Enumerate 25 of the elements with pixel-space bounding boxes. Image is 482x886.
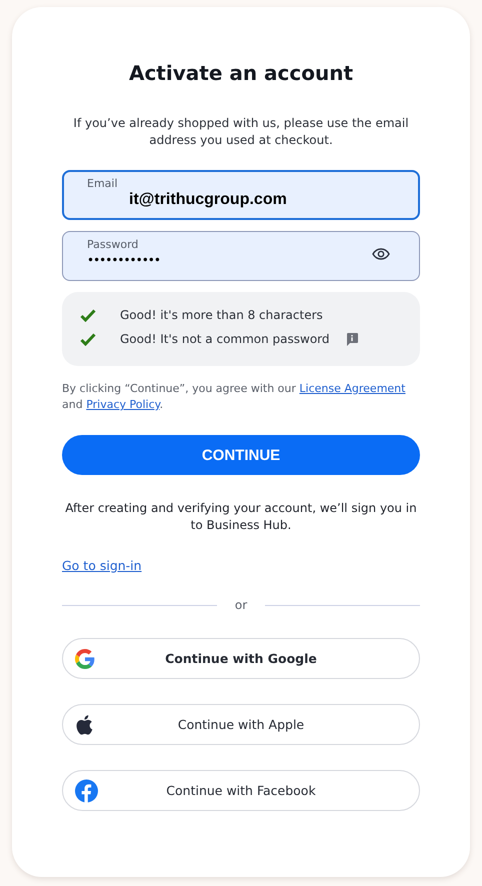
info-text: After creating and verifying your account, we’ll sign you in to Business Hub. bbox=[64, 500, 418, 534]
field-label: Password bbox=[87, 238, 140, 251]
divider-text: or bbox=[234, 598, 248, 612]
field-value: it@trithucgroup.com bbox=[128, 191, 287, 209]
page-title: Activate an account bbox=[128, 61, 354, 85]
info-icon[interactable] bbox=[346, 332, 358, 346]
facebook-icon bbox=[75, 779, 98, 802]
facebook-sign-in-button[interactable]: Continue with Facebook bbox=[62, 770, 420, 811]
field-value: •••••••••••• bbox=[87, 253, 160, 267]
google-icon bbox=[75, 648, 95, 668]
google-sign-in-button[interactable]: Continue with Google bbox=[62, 638, 420, 679]
field-label: Email bbox=[87, 177, 119, 190]
terms-link[interactable]: Privacy Policy bbox=[86, 398, 160, 411]
terms-link[interactable]: License Agreement bbox=[299, 382, 406, 395]
continue-button[interactable]: CONTINUE bbox=[62, 435, 420, 475]
apple-icon bbox=[75, 714, 93, 734]
password-field[interactable]: Password •••••••••••• bbox=[62, 231, 420, 281]
instructions-text: If you’ve already shopped with us, please use the email address you used at checkout. bbox=[72, 115, 410, 149]
email-field[interactable]: Email it@trithucgroup.com bbox=[62, 170, 420, 220]
apple-sign-in-button[interactable]: Continue with Apple bbox=[62, 704, 420, 745]
check-text: Good! It's not a common password bbox=[120, 332, 330, 346]
eye-icon[interactable] bbox=[372, 248, 390, 260]
check-text: Good! it's more than 8 characters bbox=[120, 308, 323, 322]
sign-in-link[interactable]: Go to sign-in bbox=[62, 558, 142, 573]
terms-text: By clicking “Continue”, you agree with our License Agreement and Privacy Policy. bbox=[62, 381, 406, 413]
